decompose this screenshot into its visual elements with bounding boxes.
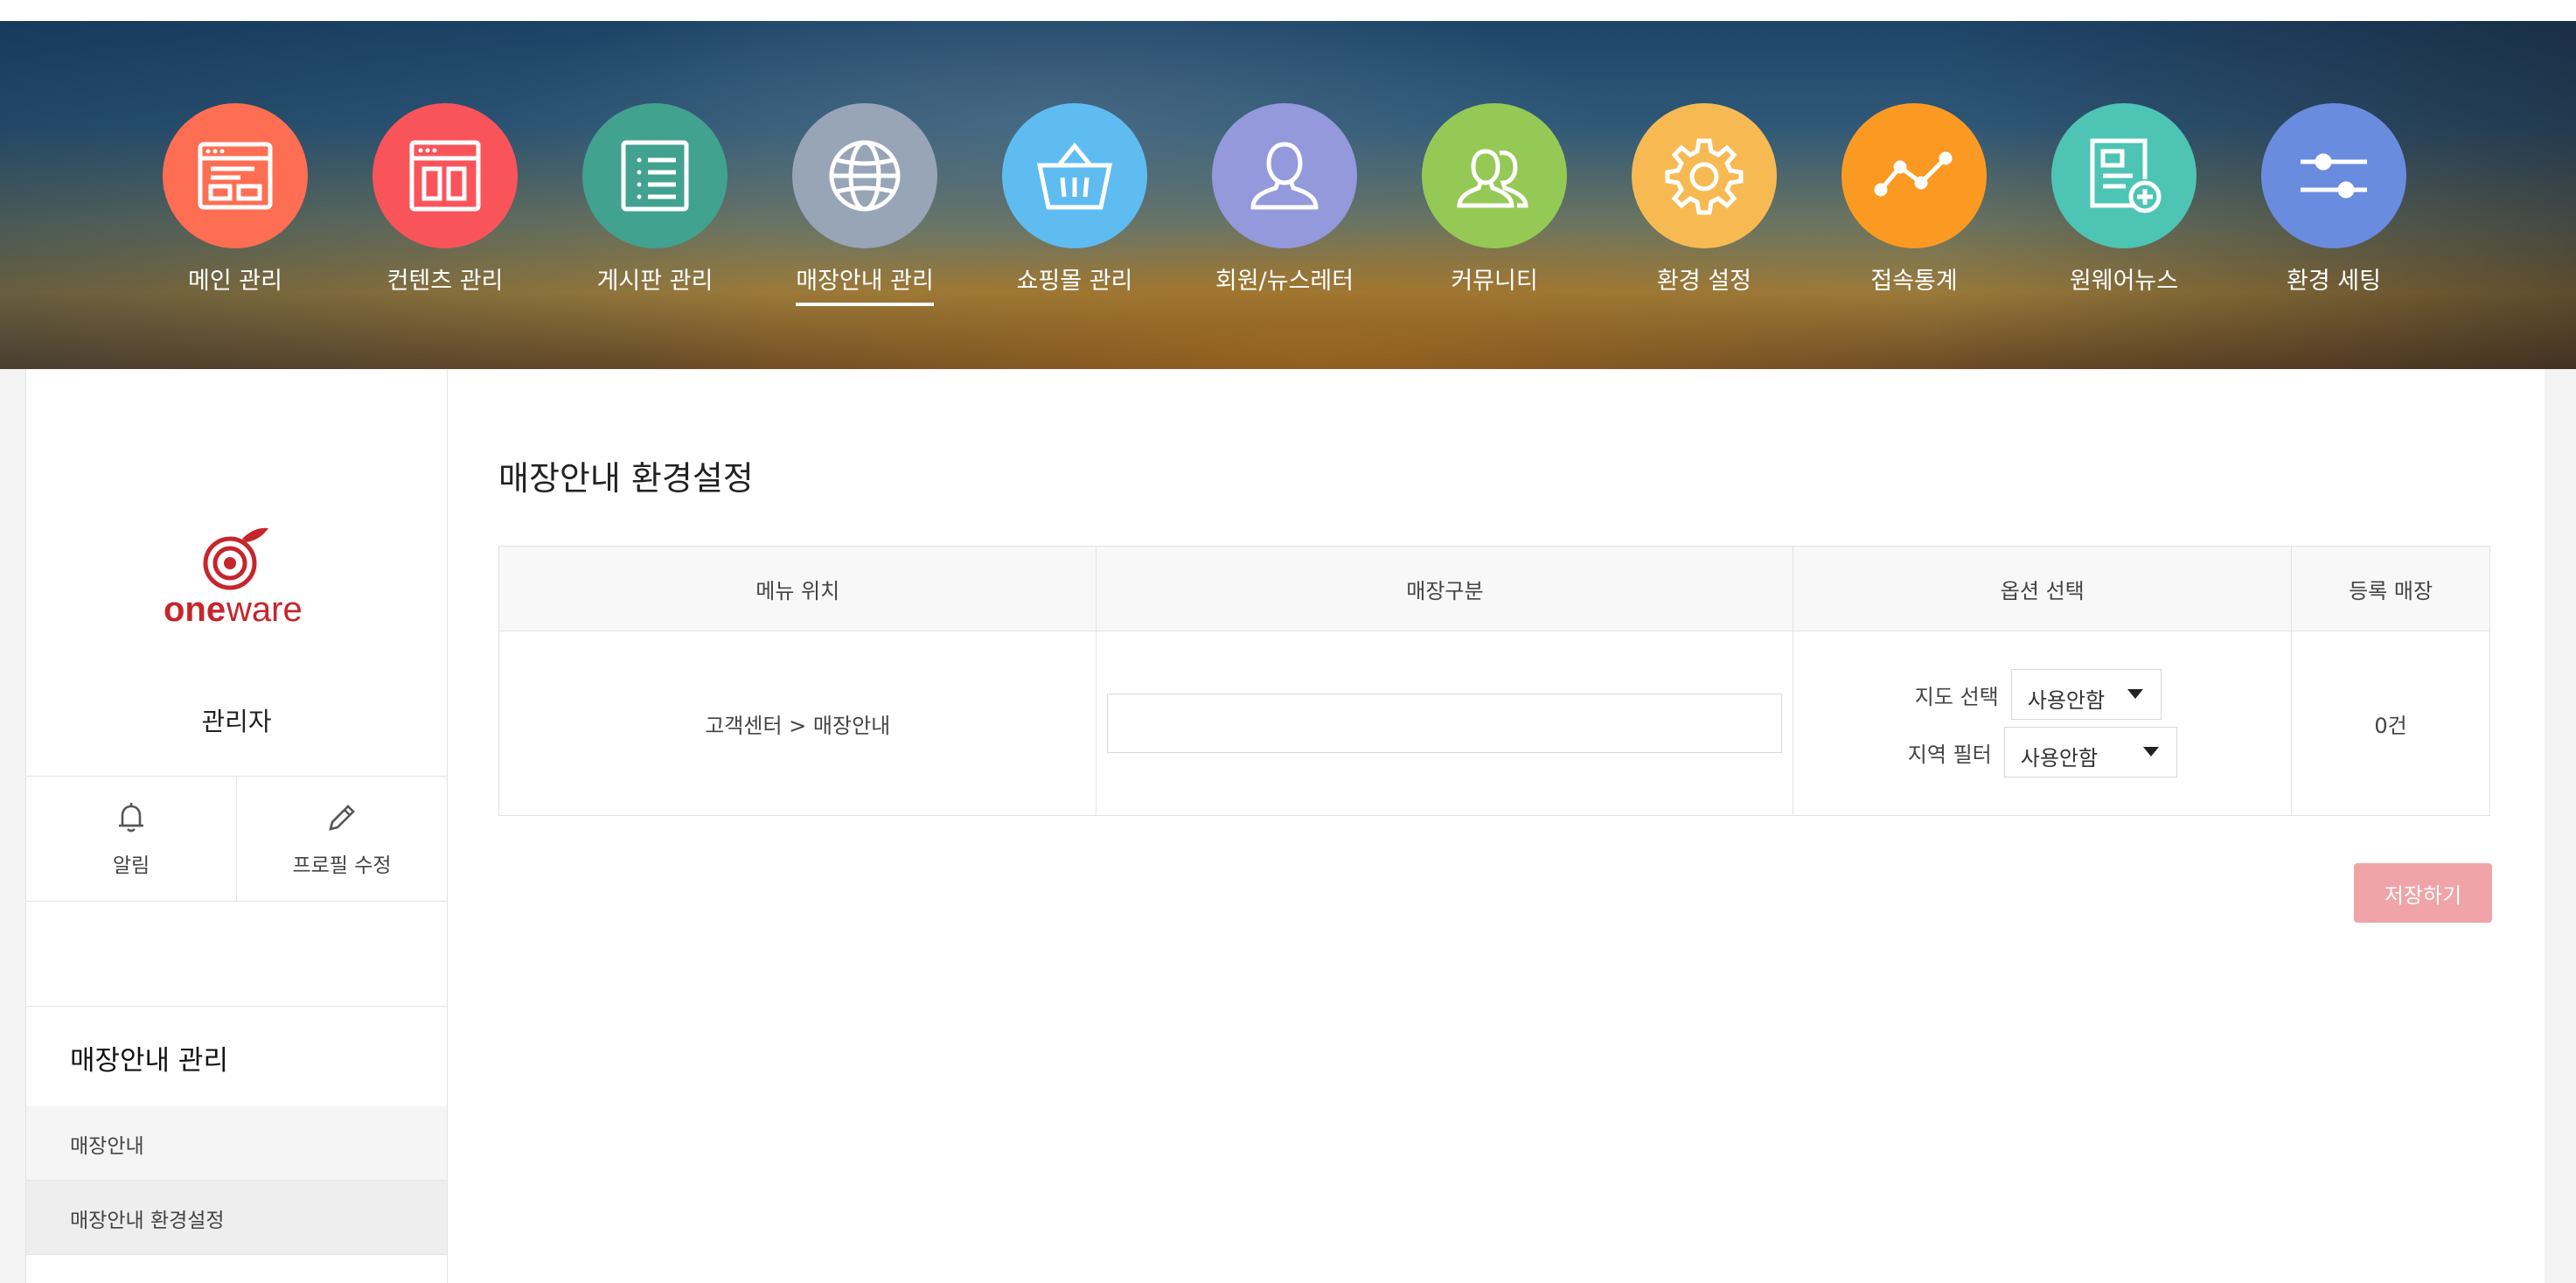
nav-item-news[interactable]: 원웨어뉴스 — [2019, 103, 2229, 306]
nav-circle — [372, 103, 518, 248]
nav-item-env-setting[interactable]: 환경 세팅 — [2229, 103, 2439, 306]
content-window-icon — [409, 140, 481, 212]
edit-profile-button[interactable]: 프로필 수정 — [236, 777, 447, 901]
save-button[interactable]: 저장하기 — [2354, 863, 2492, 923]
top-banner: 메인 관리 컨텐츠 관리 게시판 관리 매장안내 관리 쇼핑몰 관리 회원/뉴스… — [0, 21, 2576, 369]
nav-item-shop[interactable]: 쇼핑몰 관리 — [970, 103, 1180, 306]
main-nav: 메인 관리 컨텐츠 관리 게시판 관리 매장안내 관리 쇼핑몰 관리 회원/뉴스… — [0, 21, 2576, 369]
nav-label: 환경 세팅 — [2287, 268, 2381, 295]
bell-icon — [119, 803, 143, 833]
nav-item-stats[interactable]: 접속통계 — [1809, 103, 2019, 306]
list-board-icon — [621, 140, 689, 212]
region-filter-value: 사용안함 — [2020, 746, 2099, 770]
store-category-cell — [1096, 631, 1794, 816]
nav-circle — [582, 103, 728, 248]
nav-circle — [163, 103, 308, 248]
nav-item-board[interactable]: 게시판 관리 — [550, 103, 760, 306]
nav-label: 컨텐츠 관리 — [386, 268, 504, 295]
nav-item-main[interactable]: 메인 관리 — [130, 103, 340, 306]
nav-circle — [1002, 103, 1147, 248]
notice-label: 알림 — [112, 854, 150, 877]
nav-item-community[interactable]: 커뮤니티 — [1389, 103, 1599, 306]
region-option-row: 지역 필터 사용안함 — [1794, 727, 2290, 777]
nav-label: 환경 설정 — [1657, 268, 1751, 295]
header-menu-location: 메뉴 위치 — [498, 546, 1097, 631]
sidebar-item-label: 매장안내 환경설정 — [70, 1210, 225, 1232]
header-store-category: 매장구분 — [1096, 546, 1794, 631]
nav-label: 원웨어뉴스 — [2069, 268, 2179, 295]
region-filter-label: 지역 필터 — [1907, 742, 1992, 767]
top-strip — [0, 0, 2576, 21]
nav-circle — [1841, 103, 1987, 248]
table-row: 고객센터 > 매장안내 지도 선택 사용안함 지역 필터 사용안함 0건 — [498, 631, 2490, 816]
user-icon — [1250, 142, 1319, 210]
chevron-down-icon — [2127, 689, 2143, 699]
shopping-basket-icon — [1036, 143, 1113, 210]
nav-item-content[interactable]: 컨텐츠 관리 — [340, 103, 550, 306]
nav-circle — [792, 103, 937, 248]
pencil-icon — [329, 805, 355, 831]
nav-label: 매장안내 관리 — [796, 266, 934, 306]
chevron-down-icon — [2142, 747, 2159, 757]
nav-label: 메인 관리 — [188, 268, 282, 295]
menu-location-cell: 고객센터 > 매장안내 — [498, 631, 1097, 816]
nav-item-store-guide[interactable]: 매장안내 관리 — [760, 103, 970, 306]
page-title: 매장안내 환경설정 — [498, 459, 754, 498]
nav-item-settings[interactable]: 환경 설정 — [1599, 103, 1809, 306]
gear-icon — [1665, 138, 1744, 215]
nav-label: 회원/뉴스레터 — [1215, 268, 1354, 295]
sidebar-item-store-guide-settings[interactable]: 매장안내 환경설정 — [26, 1181, 447, 1255]
main-content: 매장안내 환경설정 메뉴 위치 매장구분 옵션 선택 등록 매장 고객센터 > … — [448, 369, 2545, 1283]
oneware-logo-mark: one ware — [164, 527, 303, 628]
layout-browser-icon — [198, 142, 273, 210]
line-chart-icon — [1874, 151, 1953, 197]
nav-circle — [1212, 103, 1357, 248]
sidebar: one ware 관리자 알림 프로필 수정 매장안내 관리 매장안내 매장안내… — [25, 369, 448, 1283]
sidebar-item-store-guide[interactable]: 매장안내 — [26, 1106, 447, 1181]
admin-name: 관리자 — [201, 707, 272, 736]
nav-item-member[interactable]: 회원/뉴스레터 — [1180, 103, 1389, 306]
store-category-input[interactable] — [1107, 694, 1783, 753]
sliders-icon — [2301, 153, 2367, 199]
header-registered-stores: 등록 매장 — [2291, 546, 2490, 631]
oneware-logo[interactable]: one ware — [26, 523, 447, 628]
option-cell: 지도 선택 사용안함 지역 필터 사용안함 — [1793, 631, 2293, 816]
registered-count-cell: 0건 — [2291, 631, 2490, 816]
map-select-label: 지도 선택 — [1914, 684, 1999, 709]
users-icon — [1457, 149, 1528, 208]
table-header-row: 메뉴 위치 매장구분 옵션 선택 등록 매장 — [498, 546, 2490, 631]
header-option-select: 옵션 선택 — [1793, 546, 2293, 631]
region-filter-select[interactable]: 사용안함 — [2003, 727, 2177, 777]
sidebar-item-label: 매장안내 — [70, 1135, 144, 1158]
nav-label: 접속통계 — [1870, 268, 1958, 295]
edit-profile-label: 프로필 수정 — [292, 854, 392, 877]
nav-circle — [1422, 103, 1567, 248]
nav-label: 커뮤니티 — [1451, 268, 1538, 295]
settings-table: 메뉴 위치 매장구분 옵션 선택 등록 매장 고객센터 > 매장안내 지도 선택… — [498, 546, 2490, 816]
map-select-value: 사용안함 — [2027, 688, 2106, 713]
notice-button[interactable]: 알림 — [26, 777, 236, 901]
logo-text-light: ware — [226, 590, 303, 628]
nav-label: 쇼핑몰 관리 — [1016, 268, 1133, 295]
sidebar-section-header: 매장안내 관리 — [26, 1006, 447, 1107]
nav-label: 게시판 관리 — [596, 268, 714, 295]
add-document-icon — [2090, 138, 2162, 213]
logo-text-bold: one — [164, 590, 226, 628]
nav-circle — [1632, 103, 1777, 248]
quick-actions: 알림 프로필 수정 — [26, 776, 447, 902]
globe-icon — [829, 140, 901, 212]
map-select[interactable]: 사용안함 — [2010, 669, 2162, 720]
map-option-row: 지도 선택 사용안함 — [1786, 669, 2290, 720]
sidebar-section-title: 매장안내 관리 — [70, 1045, 228, 1077]
nav-circle — [2051, 103, 2197, 248]
nav-circle — [2261, 103, 2406, 248]
